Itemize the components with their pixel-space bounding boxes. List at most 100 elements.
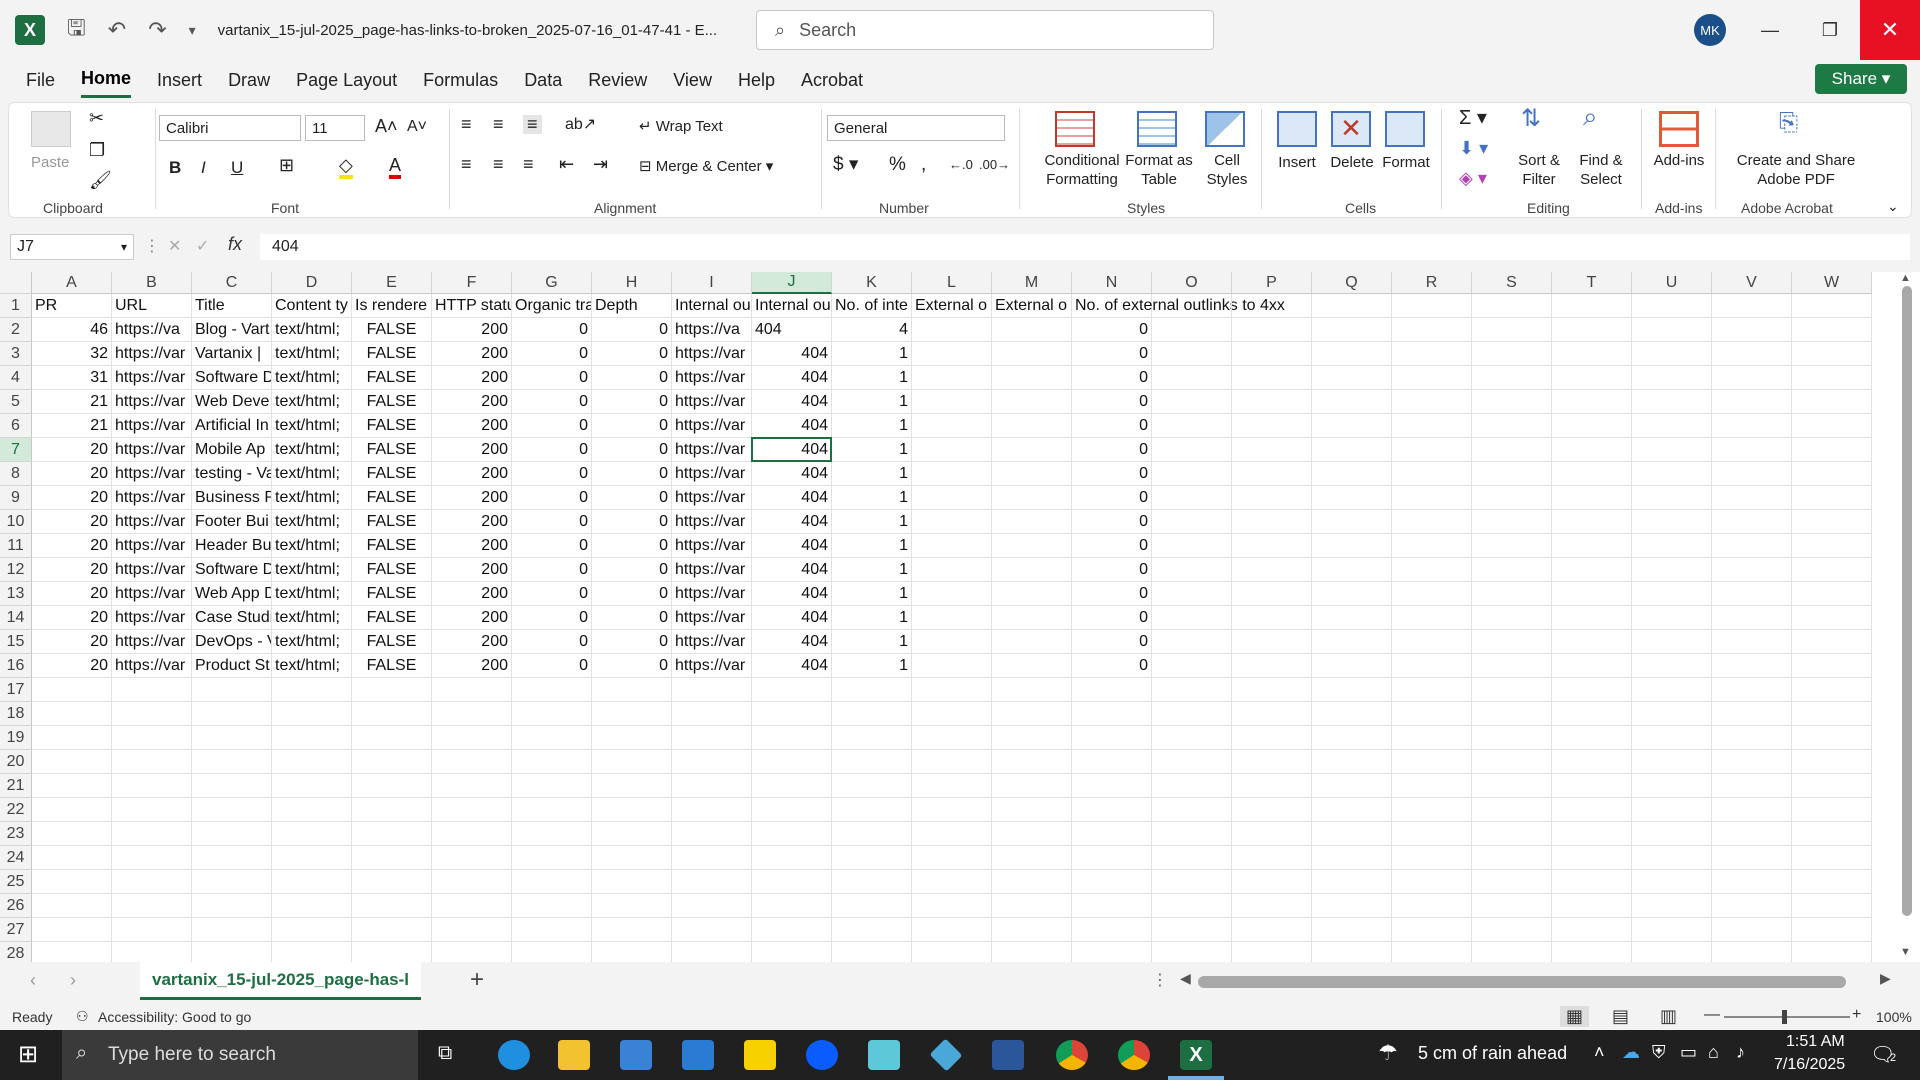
edge-icon[interactable]	[498, 1040, 530, 1070]
weather-text[interactable]: 5 cm of rain ahead	[1418, 1043, 1567, 1064]
insert-function-icon[interactable]: fx	[228, 234, 242, 255]
data-cell[interactable]: 0	[1072, 390, 1152, 414]
data-cell[interactable]: 0	[1072, 534, 1152, 558]
data-cell[interactable]: https://var	[672, 534, 752, 558]
cell[interactable]	[1152, 606, 1232, 630]
cell[interactable]	[992, 726, 1072, 750]
cell[interactable]	[1232, 702, 1312, 726]
cell[interactable]	[1792, 366, 1872, 390]
cell[interactable]	[1152, 918, 1232, 942]
cell[interactable]	[1312, 342, 1392, 366]
cell[interactable]	[1472, 654, 1552, 678]
zoom-thumb[interactable]	[1782, 1010, 1787, 1024]
header-cell[interactable]: No. of inte	[832, 294, 912, 318]
conditional-formatting-icon[interactable]	[1055, 111, 1095, 147]
cell[interactable]	[1712, 678, 1792, 702]
data-cell[interactable]: text/html;	[272, 534, 352, 558]
data-cell[interactable]	[912, 318, 992, 342]
row-header[interactable]: 27	[0, 918, 32, 942]
cell[interactable]	[1392, 774, 1472, 798]
cell[interactable]	[272, 750, 352, 774]
data-cell[interactable]: https://var	[672, 510, 752, 534]
cell[interactable]	[1472, 846, 1552, 870]
data-cell[interactable]: https://var	[112, 390, 192, 414]
cell[interactable]	[192, 894, 272, 918]
data-cell[interactable]: 0	[1072, 318, 1152, 342]
data-cell[interactable]: 404	[752, 654, 832, 678]
data-cell[interactable]	[992, 654, 1072, 678]
cell[interactable]	[1392, 510, 1472, 534]
zoom-slider[interactable]	[1724, 1016, 1850, 1018]
cell[interactable]	[1472, 486, 1552, 510]
cell[interactable]	[1312, 654, 1392, 678]
data-cell[interactable]: Header Bu	[192, 534, 272, 558]
data-cell[interactable]: 0	[1072, 486, 1152, 510]
data-cell[interactable]: Software D	[192, 366, 272, 390]
cell[interactable]	[1312, 702, 1392, 726]
increase-indent-icon[interactable]: ⇥	[593, 155, 608, 174]
cell[interactable]	[992, 894, 1072, 918]
accessibility-status[interactable]: Accessibility: Good to go	[98, 1009, 251, 1025]
addins-icon[interactable]	[1659, 111, 1699, 147]
data-cell[interactable]	[912, 654, 992, 678]
row-header[interactable]: 9	[0, 486, 32, 510]
cell[interactable]	[1792, 390, 1872, 414]
data-cell[interactable]: text/html;	[272, 558, 352, 582]
create-pdf-button[interactable]: Create and Share Adobe PDF	[1725, 151, 1867, 189]
cell[interactable]	[1312, 462, 1392, 486]
data-cell[interactable]	[912, 438, 992, 462]
data-cell[interactable]: 46	[32, 318, 112, 342]
zoom-level[interactable]: 100%	[1876, 1009, 1912, 1025]
data-cell[interactable]: https://va	[112, 318, 192, 342]
number-format-select[interactable]: General	[827, 115, 1005, 141]
tab-page-layout[interactable]: Page Layout	[296, 64, 397, 97]
row-header[interactable]: 1	[0, 294, 32, 318]
sort-filter-button[interactable]: Sort & Filter	[1509, 151, 1569, 189]
data-cell[interactable]: 200	[432, 582, 512, 606]
cell[interactable]	[32, 798, 112, 822]
format-painter-icon[interactable]: 🖌	[89, 171, 112, 190]
header-cell[interactable]: HTTP statu	[432, 294, 512, 318]
cell[interactable]	[192, 702, 272, 726]
align-left-icon[interactable]: ≡	[461, 155, 472, 174]
cell[interactable]	[672, 774, 752, 798]
data-cell[interactable]: https://var	[112, 654, 192, 678]
insert-cells-icon[interactable]	[1277, 111, 1317, 147]
font-name-select[interactable]: Calibri	[159, 115, 301, 141]
cell[interactable]	[1472, 366, 1552, 390]
cell[interactable]	[432, 702, 512, 726]
cell[interactable]	[1712, 846, 1792, 870]
zoom-out-icon[interactable]: —	[1704, 1006, 1720, 1024]
data-cell[interactable]: Software D	[192, 558, 272, 582]
cell[interactable]	[752, 894, 832, 918]
wrap-text-button[interactable]: ↵ Wrap Text	[639, 117, 723, 136]
cell[interactable]	[1232, 606, 1312, 630]
data-cell[interactable]: 0	[592, 414, 672, 438]
cell[interactable]	[1472, 294, 1552, 318]
cell[interactable]	[1152, 510, 1232, 534]
cell[interactable]	[1232, 918, 1312, 942]
data-cell[interactable]: FALSE	[352, 606, 432, 630]
cell[interactable]	[1312, 678, 1392, 702]
decrease-indent-icon[interactable]: ⇤	[559, 155, 574, 174]
horizontal-scrollbar[interactable]	[1198, 976, 1846, 988]
cell[interactable]	[1152, 486, 1232, 510]
data-cell[interactable]: FALSE	[352, 438, 432, 462]
cell[interactable]	[112, 726, 192, 750]
data-cell[interactable]: FALSE	[352, 486, 432, 510]
column-header[interactable]: I	[672, 272, 752, 294]
row-header[interactable]: 18	[0, 702, 32, 726]
volume-icon[interactable]: ♪	[1736, 1042, 1745, 1063]
increase-font-icon[interactable]: A˄	[375, 117, 398, 136]
data-cell[interactable]: Web App D	[192, 582, 272, 606]
redo-icon[interactable]: ↷	[148, 17, 166, 43]
page-layout-view-icon[interactable]: ▤	[1612, 1006, 1629, 1027]
save-icon[interactable]: 🖫	[67, 11, 86, 49]
cell[interactable]	[1552, 462, 1632, 486]
data-cell[interactable]: https://var	[672, 366, 752, 390]
cell[interactable]	[992, 918, 1072, 942]
cell[interactable]	[1232, 750, 1312, 774]
cell[interactable]	[1792, 318, 1872, 342]
merge-center-button[interactable]: ⊟ Merge & Center ▾	[639, 157, 773, 176]
cell[interactable]	[1152, 342, 1232, 366]
